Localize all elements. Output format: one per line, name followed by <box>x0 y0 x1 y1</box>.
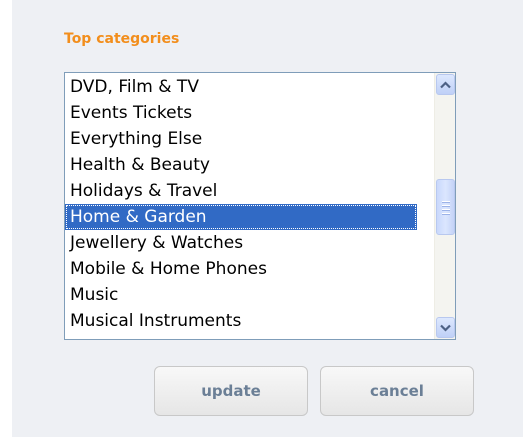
section-title: Top categories <box>64 31 180 47</box>
scroll-down-button[interactable] <box>436 317 455 338</box>
list-item[interactable]: Holidays & Travel <box>65 178 417 204</box>
list-item[interactable]: Musical Instruments <box>65 308 417 334</box>
category-panel: Top categories DVD, Film & TV Events Tic… <box>12 0 523 437</box>
list-item[interactable]: Mobile & Home Phones <box>65 256 417 282</box>
chevron-down-icon <box>440 324 451 332</box>
category-list: DVD, Film & TV Events Tickets Everything… <box>65 74 417 334</box>
list-item[interactable]: Health & Beauty <box>65 152 417 178</box>
list-item[interactable]: Everything Else <box>65 126 417 152</box>
list-item[interactable]: Events Tickets <box>65 100 417 126</box>
scrollbar-thumb[interactable] <box>436 179 455 235</box>
grip-line-icon <box>442 201 450 202</box>
list-item[interactable]: Jewellery & Watches <box>65 230 417 256</box>
vertical-scrollbar[interactable] <box>434 73 455 339</box>
update-button[interactable]: update <box>154 366 308 416</box>
grip-line-icon <box>442 213 450 214</box>
list-item[interactable]: DVD, Film & TV <box>65 74 417 100</box>
list-item[interactable]: Music <box>65 282 417 308</box>
cancel-button[interactable]: cancel <box>320 366 474 416</box>
scroll-up-button[interactable] <box>436 74 455 95</box>
chevron-up-icon <box>440 80 451 88</box>
grip-line-icon <box>442 209 450 210</box>
list-item-selected[interactable]: Home & Garden <box>65 204 417 230</box>
category-listbox[interactable]: DVD, Film & TV Events Tickets Everything… <box>64 72 456 340</box>
grip-line-icon <box>442 205 450 206</box>
